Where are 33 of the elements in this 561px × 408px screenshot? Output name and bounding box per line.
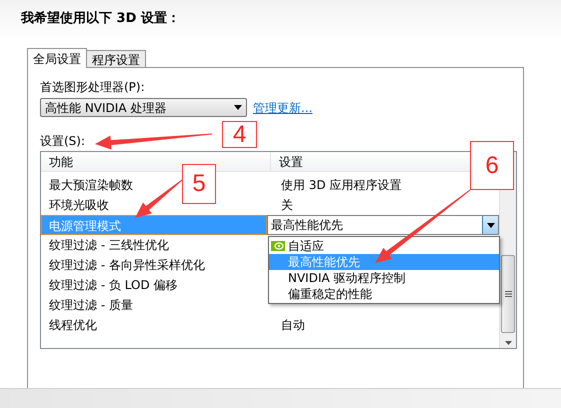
- feature-cell[interactable]: 纹理过滤 - 负 LOD 偏移: [49, 275, 178, 295]
- step-number-box: 4: [222, 121, 257, 148]
- dropdown-option[interactable]: NVIDIA 驱动程序控制: [269, 270, 499, 286]
- eye-logo-icon: [271, 241, 285, 251]
- setting-cell-text: 关: [280, 197, 293, 214]
- feature-cell[interactable]: 纹理过滤 - 质量: [49, 295, 133, 315]
- pointer-arrow: [135, 180, 182, 218]
- manage-link[interactable]: 管理更新...: [253, 98, 312, 116]
- tab[interactable]: 程序设置: [87, 50, 146, 67]
- step-number-box: 5: [182, 164, 216, 204]
- gpu-dropdown[interactable]: 高性能 NVIDIA 处理器: [40, 98, 247, 117]
- step-number-box: 6: [470, 141, 514, 190]
- tab[interactable]: 全局设置: [27, 48, 87, 68]
- feature-cell[interactable]: 线程优化: [49, 315, 97, 335]
- caret-icon: [486, 222, 494, 228]
- grip-icon: [504, 291, 512, 297]
- dropdown-option[interactable]: 偏重稳定的性能: [269, 286, 499, 302]
- dropdown-button[interactable]: [482, 216, 498, 234]
- feature-cell[interactable]: 纹理过滤 - 三线性优化: [49, 235, 169, 255]
- section-heading: 我希望使用以下 3D 设置：: [21, 10, 181, 27]
- setting-combobox[interactable]: 最高性能优先: [267, 215, 499, 235]
- setting-cell-text: 使用 3D 应用程序设置: [280, 177, 402, 194]
- setting-cell-text: 自动: [280, 317, 305, 334]
- dropdown-option[interactable]: 自适应: [269, 238, 499, 254]
- scroll-down-icon[interactable]: [504, 341, 512, 345]
- feature-cell[interactable]: 最大预渲染帧数: [49, 175, 133, 195]
- feature-cell[interactable]: 环境光吸收: [49, 195, 109, 215]
- settings-label: 设置(S):: [40, 133, 86, 148]
- scroll-thumb[interactable]: [501, 255, 515, 333]
- feature-cell[interactable]: 纹理过滤 - 各向异性采样优化: [49, 255, 205, 275]
- column-header[interactable]: 设置: [279, 152, 303, 172]
- caret-icon: [234, 105, 242, 110]
- field-label: 首选图形处理器(P):: [40, 79, 146, 94]
